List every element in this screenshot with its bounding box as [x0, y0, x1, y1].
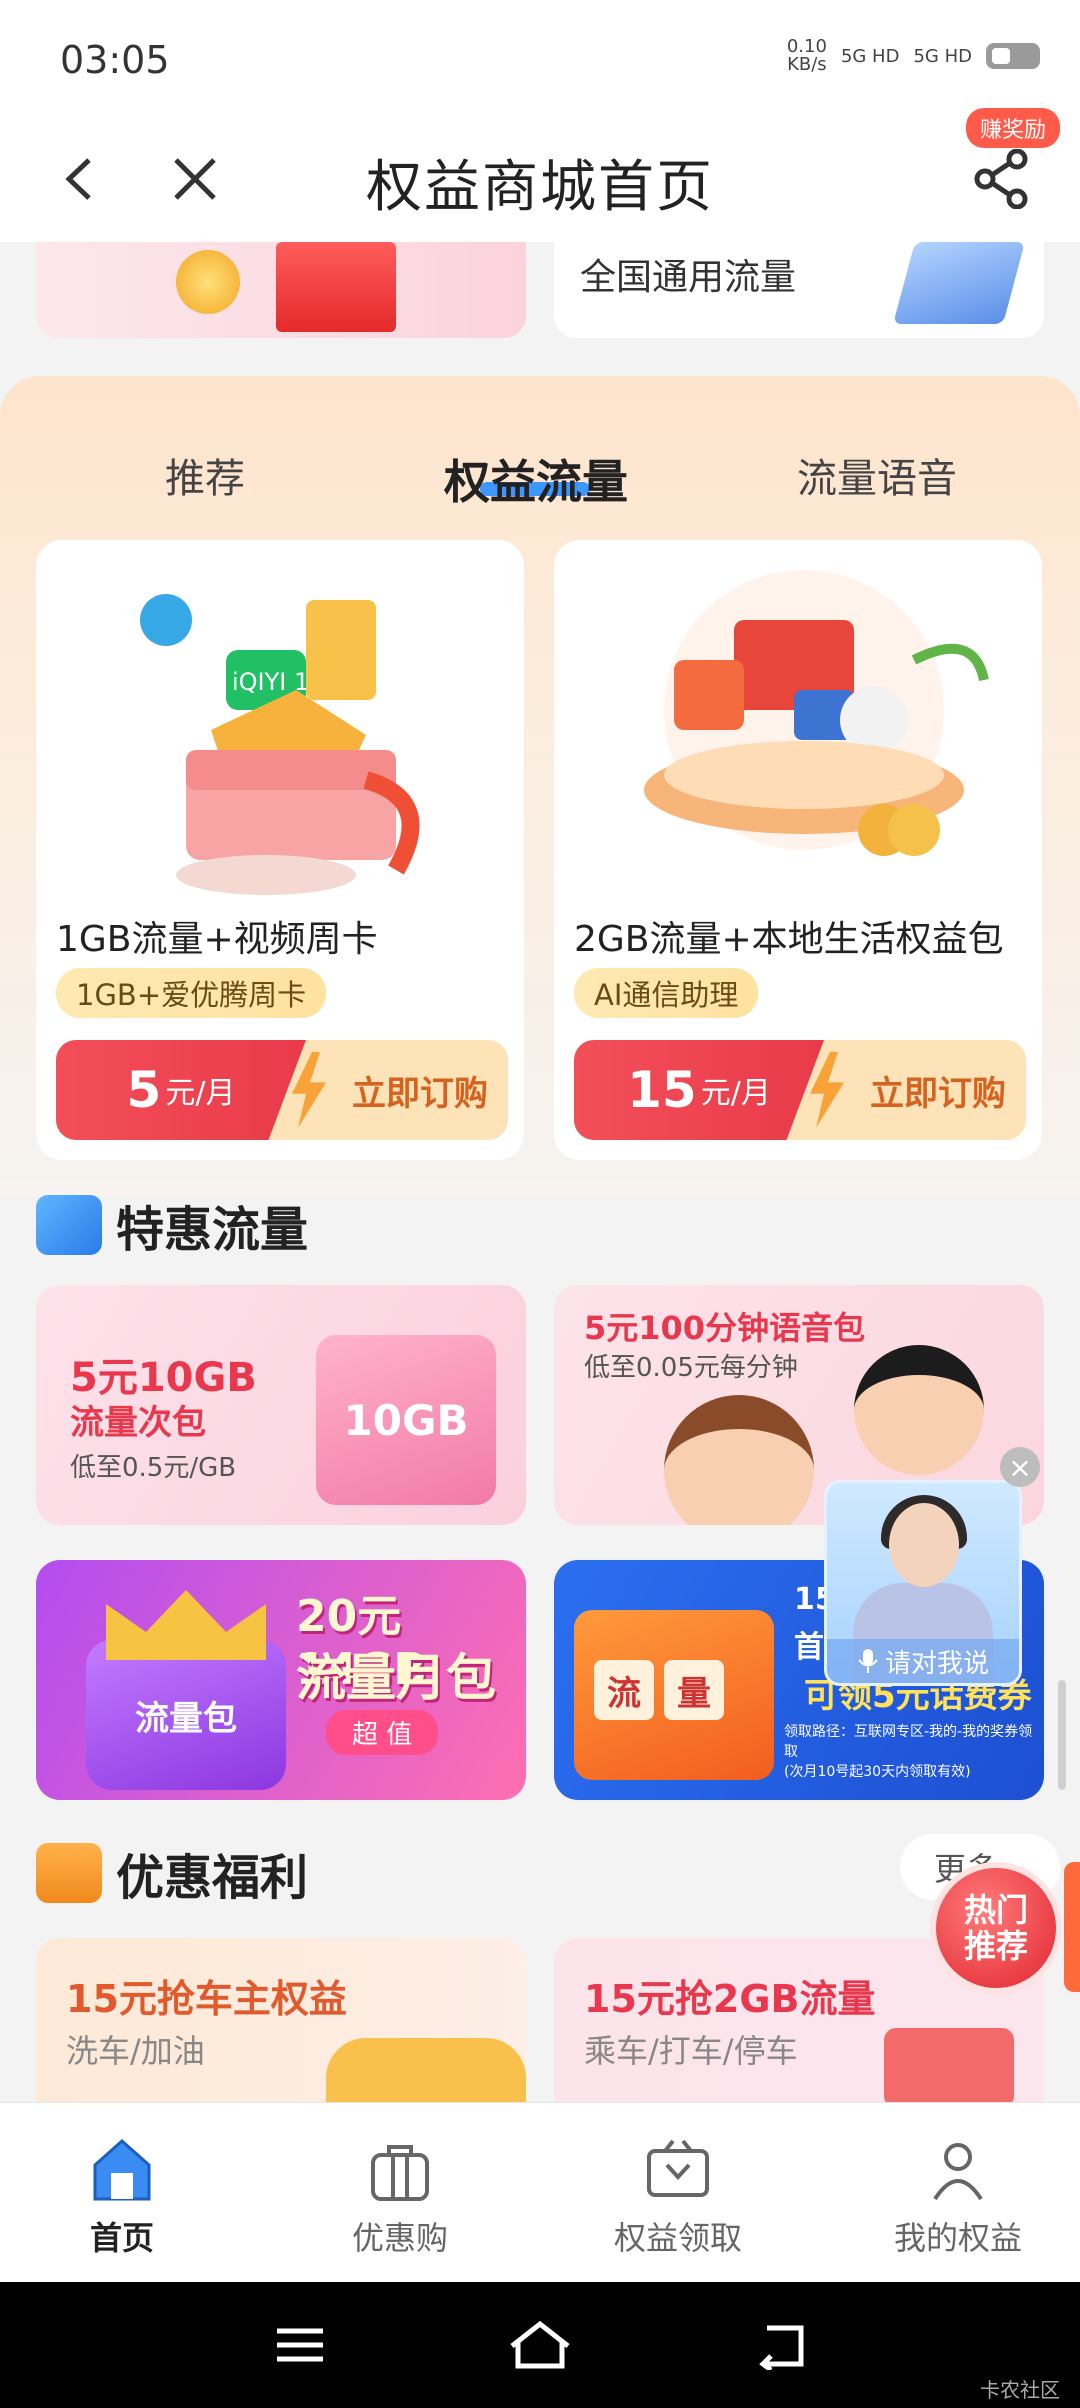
welfare-title: 15元抢2GB流量	[584, 1977, 876, 2021]
status-time: 03:05	[60, 38, 170, 82]
banner-subhead: 流量月包	[296, 1649, 496, 1707]
hot-recommend-button[interactable]: 热门 推荐	[930, 1862, 1062, 1994]
box-label: 流	[594, 1660, 654, 1720]
product-card[interactable]: 2GB流量+本地生活权益包 AI通信助理 15 元/月 立即订购	[554, 540, 1042, 1160]
welfare-title: 15元抢车主权益	[66, 1977, 347, 2021]
product-tag: AI通信助理	[574, 968, 759, 1018]
section-special-traffic: 特惠流量	[36, 1190, 308, 1260]
nav-item-my-benefits[interactable]: 我的权益	[858, 2135, 1058, 2259]
product-title: 2GB流量+本地生活权益包	[574, 919, 1004, 960]
girl-avatar-icon	[664, 1395, 814, 1525]
boy-avatar-icon	[854, 1345, 984, 1475]
assistant-face	[889, 1503, 959, 1587]
banner-headline: 5元100分钟语音包	[584, 1309, 866, 1347]
ai-assistant-widget[interactable]: 请对我说	[824, 1480, 1022, 1686]
back-arrow-icon	[759, 2325, 804, 2370]
top-banner-right-text: 全国通用流量	[580, 257, 797, 298]
home-icon	[87, 2135, 157, 2205]
gift-card-icon	[643, 2135, 713, 2205]
banner-note: 低至0.5元/GB	[70, 1453, 237, 1483]
user-icon	[923, 2135, 993, 2205]
page-header: 权益商城首页 赚奖励	[0, 108, 1080, 242]
gift-section-icon	[36, 1843, 102, 1903]
bottom-nav: 首页 优惠购 权益领取 我的权益	[0, 2102, 1080, 2283]
section-title: 优惠福利	[116, 1850, 309, 1906]
share-button[interactable]	[966, 144, 1036, 214]
watermark: 卡农社区	[980, 2378, 1060, 2402]
nav-item-deals[interactable]: 优惠购	[300, 2135, 500, 2259]
car-icon	[326, 2038, 526, 2102]
box-label: 量	[664, 1660, 724, 1720]
welfare-sub: 乘车/打车/停车	[584, 2032, 798, 2070]
tab-recommend[interactable]: 推荐	[165, 446, 245, 504]
scrollbar[interactable]	[1058, 1680, 1066, 1790]
price: 5 元/月	[56, 1040, 306, 1140]
close-icon[interactable]: ×	[1000, 1447, 1040, 1487]
tab-benefit-traffic[interactable]: 权益流量	[444, 446, 628, 512]
side-tab-edge[interactable]	[1064, 1862, 1080, 1992]
top-banner-right[interactable]: 全国通用流量	[554, 242, 1044, 338]
product-tag: 1GB+爱优腾周卡	[56, 968, 327, 1018]
tab-traffic-voice[interactable]: 流量语音	[797, 446, 957, 504]
gift-box-icon	[276, 242, 396, 332]
share-icon	[974, 149, 1028, 209]
nav-item-claim[interactable]: 权益领取	[578, 2135, 778, 2259]
microphone-icon	[858, 1649, 878, 1673]
order-bar[interactable]: 15 元/月 立即订购	[574, 1040, 1026, 1140]
back-system-button[interactable]	[740, 2312, 820, 2378]
order-button[interactable]: 立即订购	[870, 1040, 1006, 1140]
banner-subhead: 流量次包	[70, 1403, 206, 1443]
gift-box-icon	[884, 2028, 1014, 2102]
menu-button[interactable]	[260, 2312, 340, 2378]
traffic-section-icon	[36, 1195, 102, 1255]
battery-icon	[986, 43, 1040, 69]
section-welfare: 优惠福利	[36, 1838, 308, 1908]
local-life-illustration	[554, 540, 1042, 900]
shopping-bag-icon	[365, 2135, 435, 2205]
banner-note: 领取路径：互联网专区-我的-我的奖券领取 (次月10号起30天内领取有效)	[784, 1724, 1033, 1780]
price: 15 元/月	[574, 1040, 824, 1140]
page-title: 权益商城首页	[366, 155, 714, 220]
system-nav-bar: 卡农社区	[0, 2282, 1080, 2408]
menu-icon	[277, 2328, 323, 2362]
home-button[interactable]	[500, 2312, 580, 2378]
order-bar[interactable]: 5 元/月 立即订购	[56, 1040, 508, 1140]
video-gift-illustration: iQIYI 1GB	[36, 540, 524, 900]
promo-banner-monthly[interactable]: 流量包 20元14GB 流量月包 超 值	[36, 1560, 526, 1800]
phone-icon	[893, 242, 1025, 324]
signal-1-icon: 5G HD	[840, 45, 900, 67]
product-card[interactable]: iQIYI 1GB 1GB流量+视频周卡 1GB+爱优腾周卡 5 元/月 立即订购	[36, 540, 524, 1160]
coin-icon	[176, 250, 240, 314]
status-bar: 03:05 0.10 KB/s 5G HD 5G HD	[0, 0, 1080, 120]
home-outline-icon	[510, 2320, 570, 2369]
gift-box-icon: 10GB	[316, 1335, 496, 1505]
crown-icon	[106, 1590, 266, 1660]
section-title: 特惠流量	[116, 1202, 309, 1258]
welfare-sub: 洗车/加油	[66, 2032, 205, 2070]
status-icons: 0.10 KB/s 5G HD 5G HD	[787, 38, 1040, 74]
banner-note: 低至0.05元每分钟	[584, 1353, 798, 1383]
product-title: 1GB流量+视频周卡	[56, 919, 378, 960]
top-banner-left[interactable]	[36, 242, 526, 338]
crown-bag-icon: 流量包	[86, 1640, 286, 1790]
reward-badge[interactable]: 赚奖励	[965, 108, 1060, 148]
net-speed: 0.10 KB/s	[786, 36, 827, 75]
order-button[interactable]: 立即订购	[352, 1040, 488, 1140]
welfare-card[interactable]: 15元抢车主权益 洗车/加油	[36, 1938, 526, 2102]
benefit-panel: 推荐 权益流量 流量语音 iQIYI 1GB 1GB流量+视频周卡 1GB+爱优…	[0, 376, 1080, 1196]
signal-2-icon: 5G HD	[913, 45, 972, 67]
voice-prompt[interactable]: 请对我说	[827, 1639, 1019, 1683]
promo-banner-10gb[interactable]: 5元10GB 流量次包 低至0.5元/GB 10GB	[36, 1285, 526, 1525]
banner-tag: 超 值	[326, 1710, 439, 1755]
nav-item-home[interactable]: 首页	[22, 2135, 222, 2259]
